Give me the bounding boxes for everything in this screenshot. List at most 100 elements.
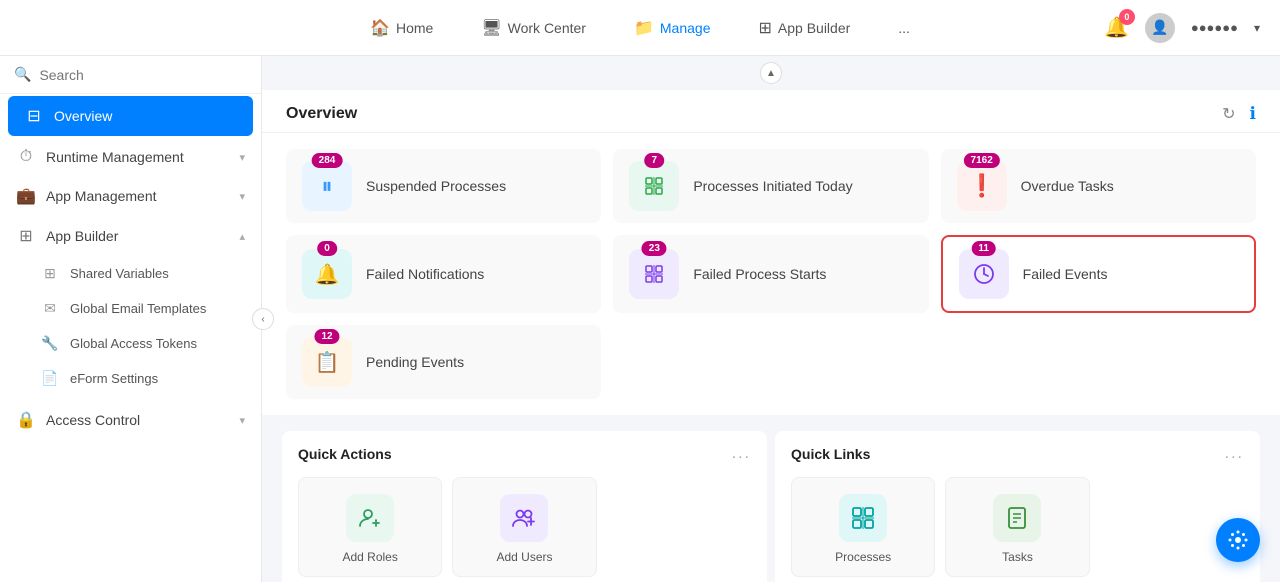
failedevents-badge: 11	[971, 241, 996, 256]
appmanagement-icon: 💼	[16, 186, 36, 206]
card-failedevents[interactable]: 11 Failed Events	[941, 235, 1256, 313]
content-area: ▲ Overview ↻ ℹ 284 ⏸ Suspended Processes	[262, 56, 1280, 582]
quick-actions-more[interactable]: ...	[732, 445, 751, 463]
processes-icon	[839, 494, 887, 542]
initiated-label: Processes Initiated Today	[693, 178, 852, 194]
sidebar-sub-eformsettings[interactable]: 📄 eForm Settings	[0, 361, 261, 396]
collapse-toggle-bar: ▲	[262, 56, 1280, 90]
failedstarts-icon-wrap: 23	[629, 249, 679, 299]
nav-right: 🔔 0 👤 ●●●●●● ▾	[1104, 13, 1260, 43]
card-pending[interactable]: 12 📋 Pending Events	[286, 325, 601, 399]
addroles-icon	[346, 494, 394, 542]
sidebar-item-appbuilder[interactable]: ⊞ App Builder ▴	[0, 216, 261, 256]
runtime-arrow-icon: ▾	[239, 151, 245, 164]
nav-workcenter[interactable]: 🖥 Work Center	[473, 14, 594, 42]
top-nav: 🏠 Home 🖥 Work Center 📁 Manage ⊞ App Buil…	[0, 0, 1280, 56]
card-suspended[interactable]: 284 ⏸ Suspended Processes	[286, 149, 601, 223]
failedevents-label: Failed Events	[1023, 266, 1108, 282]
tasks-label: Tasks	[1002, 550, 1033, 564]
addroles-label: Add Roles	[342, 550, 397, 564]
home-icon: 🏠	[370, 18, 390, 38]
failedstarts-svg-icon	[643, 263, 665, 285]
quick-links-panel: Quick Links ...	[775, 431, 1260, 582]
cards-grid: 284 ⏸ Suspended Processes 7	[262, 133, 1280, 415]
overview-header: Overview ↻ ℹ	[262, 90, 1280, 133]
addusers-icon	[500, 494, 548, 542]
action-addusers[interactable]: Add Users	[452, 477, 596, 577]
quick-links-cards: Processes Tasks	[791, 477, 1244, 577]
card-overdue[interactable]: 7162 ❗ Overdue Tasks	[941, 149, 1256, 223]
quick-actions-panel: Quick Actions ... Add Roles	[282, 431, 767, 582]
main-layout: 🔍 ⊟ Overview ⏱ Runtime Management ▾ 💼 Ap…	[0, 56, 1280, 582]
sidebar-item-overview[interactable]: ⊟ Overview	[8, 96, 253, 136]
processes-label: Processes	[835, 550, 891, 564]
notif-badge: 0	[1119, 9, 1135, 25]
nav-manage[interactable]: 📁 Manage	[626, 14, 719, 42]
suspended-icon-wrap: 284 ⏸	[302, 161, 352, 211]
quick-links-header: Quick Links ...	[791, 445, 1244, 463]
fab-button[interactable]	[1216, 518, 1260, 562]
overdue-label: Overdue Tasks	[1021, 178, 1114, 194]
initiated-svg-icon	[643, 175, 665, 197]
suspended-badge: 284	[312, 153, 343, 168]
appbuilder-arrow-icon: ▴	[239, 230, 245, 243]
appmanagement-arrow-icon: ▾	[239, 190, 245, 203]
card-initiated[interactable]: 7 Processes Initiated Today	[613, 149, 928, 223]
search-bar: 🔍	[0, 56, 261, 94]
sharedvariables-icon: ⊞	[40, 265, 60, 282]
globaltokens-label: Global Access Tokens	[70, 336, 197, 351]
initiated-badge: 7	[645, 153, 665, 168]
nav-appbuilder[interactable]: ⊞ App Builder	[750, 14, 858, 42]
sidebar: 🔍 ⊟ Overview ⏱ Runtime Management ▾ 💼 Ap…	[0, 56, 262, 582]
notification-button[interactable]: 🔔 0	[1104, 15, 1129, 40]
eformsettings-label: eForm Settings	[70, 371, 158, 386]
link-processes[interactable]: Processes	[791, 477, 935, 577]
nav-home[interactable]: 🏠 Home	[362, 14, 441, 42]
sidebar-sub-globalemails[interactable]: ✉ Global Email Templates	[0, 291, 261, 326]
sidebar-item-accesscontrol[interactable]: 🔒 Access Control ▾	[0, 400, 261, 440]
bottom-sections: Quick Actions ... Add Roles	[262, 415, 1280, 582]
nav-links: 🏠 Home 🖥 Work Center 📁 Manage ⊞ App Buil…	[362, 14, 918, 42]
quick-links-more[interactable]: ...	[1225, 445, 1244, 463]
action-addroles[interactable]: Add Roles	[298, 477, 442, 577]
quick-actions-header: Quick Actions ...	[298, 445, 751, 463]
pending-icon: 📋	[315, 350, 340, 375]
card-failednotif[interactable]: 0 🔔 Failed Notifications	[286, 235, 601, 313]
runtime-icon: ⏱	[16, 148, 36, 166]
card-failedstarts[interactable]: 23 Failed Process Starts	[613, 235, 928, 313]
overdue-icon: ❗	[968, 173, 995, 199]
sharedvariables-label: Shared Variables	[70, 266, 169, 281]
sidebar-sub-globaltokens[interactable]: 🔧 Global Access Tokens	[0, 326, 261, 361]
link-tasks[interactable]: Tasks	[945, 477, 1089, 577]
suspended-icon: ⏸	[321, 173, 332, 199]
info-icon[interactable]: ℹ	[1250, 104, 1256, 124]
failednotif-badge: 0	[317, 241, 337, 256]
refresh-icon[interactable]: ↻	[1222, 104, 1235, 124]
nav-more[interactable]: ...	[890, 16, 918, 40]
accesscontrol-icon: 🔒	[16, 410, 36, 430]
manage-icon: 📁	[634, 18, 654, 38]
quick-actions-title: Quick Actions	[298, 446, 392, 462]
avatar: 👤	[1145, 13, 1175, 43]
sidebar-collapse-button[interactable]: ‹	[252, 308, 274, 330]
sidebar-item-runtime[interactable]: ⏱ Runtime Management ▾	[0, 138, 261, 176]
globalemails-icon: ✉	[40, 300, 60, 317]
chevron-down-icon[interactable]: ▾	[1254, 21, 1260, 35]
user-name: ●●●●●●	[1191, 20, 1238, 35]
failednotif-icon-wrap: 0 🔔	[302, 249, 352, 299]
sidebar-overview-label: Overview	[54, 108, 237, 124]
failednotif-icon: 🔔	[315, 262, 340, 287]
sidebar-runtime-label: Runtime Management	[46, 149, 229, 165]
collapse-up-button[interactable]: ▲	[760, 62, 782, 84]
overview-icon: ⊟	[24, 106, 44, 126]
pending-label: Pending Events	[366, 354, 464, 370]
sidebar-collapse-region: ‹	[252, 308, 274, 330]
suspended-label: Suspended Processes	[366, 178, 506, 194]
failedstarts-badge: 23	[642, 241, 667, 256]
sidebar-sub-sharedvariables[interactable]: ⊞ Shared Variables	[0, 256, 261, 291]
search-input[interactable]	[39, 67, 247, 83]
sidebar-item-appmanagement[interactable]: 💼 App Management ▾	[0, 176, 261, 216]
nav-home-label: Home	[396, 20, 433, 36]
addusers-label: Add Users	[496, 550, 552, 564]
globalemails-label: Global Email Templates	[70, 301, 206, 316]
